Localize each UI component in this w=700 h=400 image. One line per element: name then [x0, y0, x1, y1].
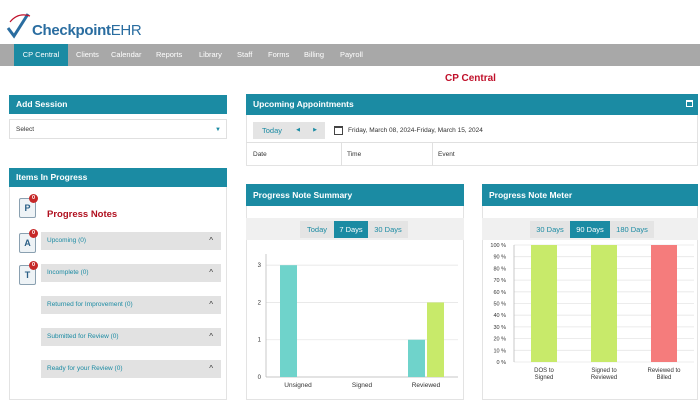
- summary-tab-today[interactable]: Today: [300, 221, 334, 238]
- appointments-title: Upcoming Appointments: [253, 99, 354, 109]
- chart-bar: [531, 245, 557, 362]
- main-nav: CP Central Clients Calendar Reports Libr…: [0, 44, 700, 66]
- next-week-button[interactable]: ▶: [308, 122, 322, 139]
- nav-library[interactable]: Library: [191, 44, 230, 66]
- accordion-ready[interactable]: Ready for your Review (0) ^: [41, 360, 221, 378]
- chevron-up-icon: ^: [209, 236, 213, 245]
- y-tick-label: 90 %: [493, 255, 506, 261]
- items-in-progress-header: Items In Progress: [9, 168, 227, 187]
- y-tick-label: 3: [258, 263, 262, 269]
- y-tick-label: 50 %: [493, 302, 506, 308]
- meter-tab-30-days[interactable]: 30 Days: [530, 221, 570, 238]
- x-tick-label: Signed to Reviewed: [591, 368, 618, 381]
- accordion-submitted[interactable]: Submitted for Review (0) ^: [41, 328, 221, 346]
- chart-bar: [591, 245, 617, 362]
- divider: [432, 142, 433, 166]
- y-tick-label: 1: [258, 338, 262, 344]
- y-tick-label: 60 %: [493, 290, 506, 296]
- x-tick-label: DOS to Signed: [534, 368, 554, 381]
- chevron-down-icon: ▼: [215, 127, 221, 133]
- summary-tab-30-days[interactable]: 30 Days: [368, 221, 408, 238]
- chevron-up-icon: ^: [209, 268, 213, 277]
- chevron-up-icon: ^: [209, 332, 213, 341]
- nav-reports[interactable]: Reports: [148, 44, 190, 66]
- meter-tab-90-days[interactable]: 90 Days: [570, 221, 610, 238]
- session-select-value: Select: [16, 126, 35, 133]
- y-tick-label: 80 %: [493, 266, 506, 272]
- x-tick-label: Unsigned: [284, 382, 312, 389]
- summary-tab-7-days[interactable]: 7 Days: [334, 221, 368, 238]
- page: CheckpointEHR CP Central Clients Calenda…: [0, 0, 700, 400]
- accordion-upcoming[interactable]: Upcoming (0) ^: [41, 232, 221, 250]
- checkmark-logo-icon: [6, 13, 31, 39]
- y-tick-label: 100 %: [490, 243, 506, 249]
- meter-chart: 0 % 10 % 20 % 30 % 40 % 50 % 60 % 70 % 80 % 90 % 1…: [490, 243, 694, 381]
- accordion-label: Upcoming (0): [47, 237, 87, 244]
- nav-calendar[interactable]: Calendar: [103, 44, 149, 66]
- session-select[interactable]: Select ▼: [9, 119, 227, 139]
- y-tick-label: 70 %: [493, 278, 506, 284]
- y-tick-label: 20 %: [493, 337, 506, 343]
- column-date: Date: [253, 151, 267, 158]
- y-tick-label: 10 %: [493, 348, 506, 354]
- logo-text: CheckpointEHR: [32, 22, 142, 39]
- accordion-label: Returned for Improvement (0): [47, 301, 133, 308]
- x-tick-label: Reviewed to Billed: [647, 368, 681, 381]
- add-session-header: Add Session: [9, 95, 227, 114]
- x-tick-label: Reviewed: [412, 382, 441, 389]
- chart-bar: [408, 339, 425, 377]
- chevron-up-icon: ^: [209, 300, 213, 309]
- accordion-label: Incomplete (0): [47, 269, 89, 276]
- y-tick-label: 30 %: [493, 325, 506, 331]
- nav-cp-central[interactable]: CP Central: [14, 44, 68, 66]
- summary-chart: 0 1 2 3 Unsigned Signed Reviewed: [258, 254, 458, 389]
- column-event: Event: [438, 151, 455, 158]
- column-time: Time: [347, 151, 362, 158]
- page-title: CP Central: [445, 73, 496, 84]
- nav-billing[interactable]: Billing: [296, 44, 332, 66]
- y-tick-label: 0 %: [497, 360, 507, 366]
- accordion-returned[interactable]: Returned for Improvement (0) ^: [41, 296, 221, 314]
- notification-badge: 0: [29, 194, 38, 203]
- chevron-up-icon: ^: [209, 364, 213, 373]
- chart-bar: [427, 302, 444, 377]
- chart-bar: [280, 265, 297, 377]
- accordion-label: Submitted for Review (0): [47, 333, 119, 340]
- calendar-icon[interactable]: [334, 126, 343, 135]
- divider: [246, 142, 698, 143]
- accordion-label: Ready for your Review (0): [47, 365, 123, 372]
- chart-bar: [651, 245, 677, 362]
- nav-staff[interactable]: Staff: [229, 44, 260, 66]
- appointments-header: Upcoming Appointments: [246, 94, 698, 115]
- nav-payroll[interactable]: Payroll: [332, 44, 371, 66]
- divider: [341, 142, 342, 166]
- progress-notes-title: Progress Notes: [47, 209, 118, 220]
- y-tick-label: 2: [258, 300, 262, 306]
- y-tick-label: 40 %: [493, 313, 506, 319]
- window-icon[interactable]: [686, 100, 693, 107]
- meter-header: Progress Note Meter: [482, 184, 698, 206]
- accordion-incomplete[interactable]: Incomplete (0) ^: [41, 264, 221, 282]
- y-tick-label: 0: [258, 375, 262, 381]
- nav-clients[interactable]: Clients: [68, 44, 107, 66]
- date-range: Friday, March 08, 2024-Friday, March 15,…: [348, 127, 483, 134]
- meter-tab-180-days[interactable]: 180 Days: [610, 221, 654, 238]
- summary-header: Progress Note Summary: [246, 184, 464, 206]
- notification-badge: 0: [29, 261, 38, 270]
- x-tick-label: Signed: [352, 382, 373, 389]
- today-button[interactable]: Today: [255, 122, 289, 139]
- prev-week-button[interactable]: ◀: [291, 122, 305, 139]
- app-logo[interactable]: CheckpointEHR: [4, 8, 164, 42]
- notification-badge: 0: [29, 229, 38, 238]
- nav-forms[interactable]: Forms: [260, 44, 297, 66]
